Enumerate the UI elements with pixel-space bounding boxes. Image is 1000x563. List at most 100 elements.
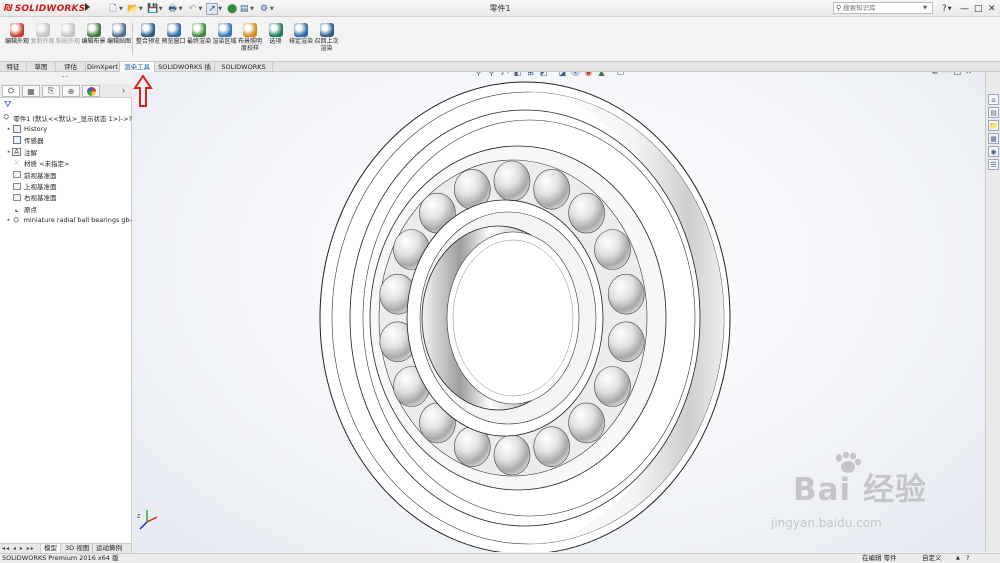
configuration-manager-tab-icon[interactable]: ⎘ xyxy=(42,85,60,97)
origin-icon: ⌞ xyxy=(14,204,19,213)
tree-item[interactable]: 右视基准面 xyxy=(0,192,132,203)
ribbon-button[interactable]: 渲染区域 xyxy=(212,23,238,45)
ribbon-button[interactable]: 编辑布景 xyxy=(81,23,107,45)
help-button[interactable]: ? ▼ xyxy=(942,1,952,16)
chevron-down-icon[interactable]: ▼ xyxy=(159,6,163,12)
chevron-down-icon[interactable]: ▼ xyxy=(250,6,254,12)
file-explorer-icon[interactable]: 📁 xyxy=(988,120,999,131)
feature-manager-tab-icon[interactable]: ⛭ xyxy=(2,85,20,97)
restore-button[interactable]: □ xyxy=(974,1,983,16)
chevron-up-icon[interactable]: ▲ xyxy=(956,554,960,563)
tab-1[interactable]: 草图 xyxy=(27,62,56,72)
select-pointer-icon[interactable]: ➚ xyxy=(206,2,219,15)
tree-item[interactable]: ▸ History xyxy=(0,123,132,134)
tree-item-label: 右视基准面 xyxy=(24,194,57,203)
chevron-down-icon[interactable]: ▼ xyxy=(179,6,183,12)
tab-3d-view[interactable]: 3D 视图 xyxy=(62,544,94,553)
app-version-text: SOLIDWORKS Premium 2016 x64 版 xyxy=(2,554,119,562)
tab-model[interactable]: 模型 xyxy=(40,544,61,553)
ribbon-button-label: 粘贴外观 xyxy=(55,38,80,45)
options-gear-icon[interactable]: ⚙ xyxy=(258,3,270,15)
tree-item[interactable]: 前视基准面 xyxy=(0,169,132,180)
ribbon-button[interactable]: 编辑贴图 xyxy=(106,23,132,45)
view-palette-icon[interactable]: ▦ xyxy=(988,133,999,144)
chevron-down-icon[interactable]: ▼ xyxy=(270,6,274,12)
tab-5[interactable]: SOLIDWORKS 插件 xyxy=(155,62,215,81)
bottom-tabs: ◂◂ ◂ ▸ ▸▸ 模型 3D 视图 运动算例 1 xyxy=(0,543,132,561)
ribbon-button[interactable]: 粘贴外观 xyxy=(55,23,81,45)
logo-menu-arrow-icon[interactable] xyxy=(85,3,90,11)
ribbon-button-icon xyxy=(35,23,50,37)
property-manager-tab-icon[interactable]: ▦ xyxy=(22,85,40,97)
tree-item[interactable]: ⁙ 材质 <未指定> xyxy=(0,158,132,169)
chevron-right-icon[interactable]: › xyxy=(122,86,125,95)
search-box[interactable]: ⚲ ▼ xyxy=(833,2,933,14)
undo-icon[interactable]: ↶ xyxy=(186,3,198,15)
minimize-button[interactable]: — xyxy=(960,1,969,16)
units-selector[interactable]: 自定义 xyxy=(922,554,942,563)
save-icon[interactable]: 💾 xyxy=(147,3,159,15)
bearing-ball xyxy=(533,169,571,210)
file-properties-icon[interactable]: ▤ xyxy=(238,3,250,15)
chevron-down-icon[interactable]: ▼ xyxy=(139,6,143,12)
solidworks-logo[interactable]: ₪ SOLIDWORKS xyxy=(4,2,85,15)
rebuild-icon[interactable]: ⬤ xyxy=(226,3,238,15)
custom-properties-icon[interactable]: ☰ xyxy=(988,159,999,170)
ribbon-button-icon xyxy=(294,23,308,37)
editing-status: 在编辑 零件 xyxy=(862,554,897,562)
chevron-down-icon[interactable]: ▼ xyxy=(119,6,123,12)
print-icon[interactable]: 🖶 xyxy=(167,3,179,15)
ribbon-button[interactable]: 整合预览 xyxy=(135,23,161,45)
tree-root[interactable]: ⛭ 零件1 (默认<<默认>_显示状态 1>)->? xyxy=(0,112,132,123)
status-help-icon[interactable]: ? xyxy=(966,554,969,563)
ribbon-button[interactable]: 复制外观 xyxy=(30,23,56,45)
tree-item[interactable]: ▸ A 注解 xyxy=(0,146,132,157)
ribbon-button-label: 召回上次渲染 xyxy=(314,38,339,52)
tab-scroll-arrows-icon[interactable]: ◂◂ ◂ ▸ ▸▸ xyxy=(2,545,35,552)
tab-4[interactable]: 渲染工具 xyxy=(120,62,155,72)
ribbon-button-icon xyxy=(86,23,101,37)
chevron-down-icon[interactable]: ▼ xyxy=(198,6,202,12)
ribbon-button-label: 编辑布景 xyxy=(81,38,106,45)
tab-2[interactable]: 评估 xyxy=(56,62,86,72)
solidworks-resources-icon[interactable]: ⌂ xyxy=(988,94,999,105)
dimxpert-manager-tab-icon[interactable]: ⊕ xyxy=(62,85,80,97)
ribbon-button[interactable]: 预览窗口 xyxy=(161,23,187,45)
search-input[interactable] xyxy=(843,4,924,12)
close-button[interactable]: ✕ xyxy=(988,1,996,16)
bearing-ball xyxy=(568,402,605,444)
tab-6[interactable]: SOLIDWORKS MBD xyxy=(215,62,273,81)
appearances-scenes-icon[interactable]: ◉ xyxy=(988,146,999,157)
ribbon-button[interactable]: 布景照明度校样 xyxy=(237,23,263,52)
chevron-down-icon[interactable]: ▼ xyxy=(923,5,927,11)
chevron-down-icon[interactable]: ▼ xyxy=(218,6,222,12)
bearing-ball xyxy=(493,160,531,202)
tree-item[interactable]: 传感器 xyxy=(0,135,132,146)
tree-item[interactable]: 上视基准面 xyxy=(0,180,132,191)
ribbon-button[interactable]: 编辑外观 xyxy=(4,23,30,45)
graphics-viewport[interactable]: ⚲ ⚲ ⤺ ◧ ⊞ ◩ ◪ 👁 ◉ ▲ ▭ ⧉ — □ ✕ xyxy=(133,72,985,552)
tree-item[interactable]: ▸ ⛭ miniature radial ball bearings gb- xyxy=(0,215,132,226)
material-icon: ⁙ xyxy=(13,159,20,168)
ribbon-button-label: 整合预览 xyxy=(135,38,160,45)
title-bar: ₪ SOLIDWORKS 🗋 ▼ 📂 ▼ 💾 ▼ 🖶 ▼ ↶ ▼ ➚ ▼ ⬤ ▤ ▼ ⚙ ▼ 零… xyxy=(0,0,1000,17)
ribbon-button[interactable]: 召回上次渲染 xyxy=(314,23,340,52)
ribbon-button[interactable]: 选项 xyxy=(263,23,289,45)
ribbon-button-label: 编辑贴图 xyxy=(106,38,131,45)
new-document-icon[interactable]: 🗋 xyxy=(107,3,119,15)
filter-icon[interactable]: ⛛ xyxy=(4,100,12,110)
panel-grip[interactable] xyxy=(0,72,132,84)
design-library-icon[interactable]: ▤ xyxy=(988,107,999,118)
annotation-icon: A xyxy=(12,147,21,156)
display-manager-tab-icon[interactable] xyxy=(82,85,100,97)
tab-3[interactable]: DimXpert xyxy=(86,62,120,72)
tab-motion-study[interactable]: 运动算例 1 xyxy=(93,544,132,561)
status-bar: SOLIDWORKS Premium 2016 x64 版 在编辑 零件 自定义… xyxy=(0,553,1000,563)
bearing-ball xyxy=(607,321,645,363)
ribbon-button-icon xyxy=(166,23,181,37)
ribbon-button[interactable]: 最终渲染 xyxy=(186,23,212,45)
open-folder-icon[interactable]: 📂 xyxy=(127,3,139,15)
ribbon-button[interactable]: 排定渲染 xyxy=(288,23,314,45)
tree-item[interactable]: ⌞ 原点 xyxy=(0,203,132,214)
tab-0[interactable]: 特征 xyxy=(0,62,27,72)
